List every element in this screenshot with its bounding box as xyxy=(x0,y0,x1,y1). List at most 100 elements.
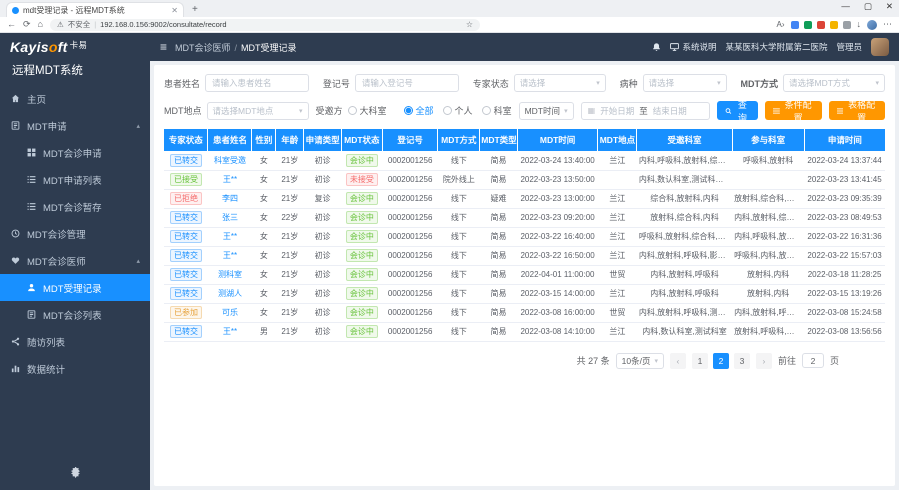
cell-invited: 内科,数认科室,测试科室,放射科 xyxy=(637,170,732,189)
patient-name-link[interactable]: 科室受邀 xyxy=(214,156,246,165)
chevron-down-icon: ▾ xyxy=(299,107,303,115)
patient-name-link[interactable]: 测湖人 xyxy=(218,289,242,298)
invitee-radio-option[interactable]: 科室 xyxy=(482,104,512,117)
cell-name: 李四 xyxy=(208,189,252,208)
patient-name-link[interactable]: 王** xyxy=(223,327,237,336)
system-help-link[interactable]: 系统说明 xyxy=(670,41,716,53)
cell-joined: 内科,放射科,呼吸科,测试科室 xyxy=(732,303,804,322)
page-button-1[interactable]: 1 xyxy=(692,353,708,369)
mdt-place-label: MDT地点 xyxy=(164,104,202,117)
records-table: 专家状态患者姓名性别年龄申请类型MDT状态登记号MDT方式MDT类型MDT时间M… xyxy=(164,129,885,342)
settings-gear-icon[interactable] xyxy=(70,465,81,483)
time-field-select[interactable]: MDT时间▾ xyxy=(519,102,574,120)
invitee-radio-option[interactable]: 大科室 xyxy=(348,104,387,117)
invitee-radio-option[interactable]: 全部 xyxy=(404,104,434,117)
patient-name-link[interactable]: 王** xyxy=(223,251,237,260)
cell-mdt_place: 兰江 xyxy=(598,322,637,341)
window-maximize-button[interactable]: ▢ xyxy=(864,1,872,12)
browser-toolbar-icons: A› ↓ ⋯ xyxy=(777,20,893,30)
sidebar-item-mdt-consult-doctor[interactable]: MDT会诊医师▴ xyxy=(0,247,150,274)
condition-config-button[interactable]: 条件配置 xyxy=(765,101,821,120)
cell-joined: 呼吸科,内科,放射科,影像科 xyxy=(732,246,804,265)
window-minimize-button[interactable]: — xyxy=(841,1,850,12)
patient-name-link[interactable]: 张三 xyxy=(222,213,238,222)
extension-icon[interactable] xyxy=(791,21,799,29)
form-icon xyxy=(10,121,20,130)
cell-gender: 女 xyxy=(252,265,276,284)
patient-name-link[interactable]: 王** xyxy=(223,175,237,184)
favorite-star-icon[interactable]: ☆ xyxy=(466,20,473,29)
cell-name: 张三 xyxy=(208,208,252,227)
page-size-select[interactable]: 10条/页▾ xyxy=(616,353,664,369)
page-button-3[interactable]: 3 xyxy=(734,353,750,369)
cell-mdt_type: 简易 xyxy=(480,322,517,341)
sidebar-item-mdt-apply[interactable]: MDT申请▴ xyxy=(0,112,150,139)
invitee-radio-group: 大科室 全部个人科室 xyxy=(348,104,512,117)
cell-mdt_type: 简易 xyxy=(480,246,517,265)
sidebar-item-mdt-consult-manage[interactable]: MDT会诊管理 xyxy=(0,220,150,247)
browser-tab[interactable]: mdt受理记录 - 远程MDT系统 ✕ xyxy=(6,2,184,17)
extension-icon[interactable] xyxy=(830,21,838,29)
browser-menu-icon[interactable]: ⋯ xyxy=(883,20,892,29)
chart-icon xyxy=(10,364,20,373)
cell-mdt_type: 疑难 xyxy=(480,189,517,208)
downloads-icon[interactable]: ↓ xyxy=(857,20,862,29)
grid-icon xyxy=(26,148,36,157)
sidebar-item-home[interactable]: 主页 xyxy=(0,85,150,112)
patient-name-link[interactable]: 测科室 xyxy=(218,270,242,279)
reg-no-label: 登记号 xyxy=(323,77,350,90)
cell-mdt_place: 兰江 xyxy=(598,246,637,265)
extension-icon[interactable] xyxy=(804,21,812,29)
cell-gender: 女 xyxy=(252,170,276,189)
prev-page-button[interactable]: ‹ xyxy=(670,353,686,369)
table-config-button[interactable]: 表格配置 xyxy=(829,101,885,120)
sidebar-item-mdt-apply-list[interactable]: MDT申请列表 xyxy=(0,166,150,193)
mdt-mode-select[interactable]: 请选择MDT方式▾ xyxy=(783,74,885,92)
invitee-radio-option[interactable]: 个人 xyxy=(443,104,473,117)
extension-icon[interactable] xyxy=(843,21,851,29)
user-avatar[interactable] xyxy=(871,38,889,56)
sidebar-item-followup-list[interactable]: 随访列表 xyxy=(0,328,150,355)
cell-mdt_mode: 线下 xyxy=(438,227,480,246)
sidebar-toggle-icon[interactable]: ≡ xyxy=(160,41,167,53)
date-range-picker[interactable]: ▦ 开始日期 至 结束日期 xyxy=(581,102,710,120)
next-page-button[interactable]: › xyxy=(756,353,772,369)
cell-mdt_time: 2022-03-15 14:00:00 xyxy=(517,284,598,303)
patient-name-input[interactable] xyxy=(205,74,309,92)
cell-mdt_status: 会诊中 xyxy=(341,322,382,341)
patient-name-link[interactable]: 王** xyxy=(223,232,237,241)
column-header: 性别 xyxy=(252,129,276,151)
patient-name-link[interactable]: 可乐 xyxy=(222,308,238,317)
window-close-button[interactable]: ✕ xyxy=(886,1,893,12)
browser-profile-avatar[interactable] xyxy=(867,20,877,30)
sidebar-item-mdt-accept-record[interactable]: MDT受理记录 xyxy=(0,274,150,301)
new-tab-button[interactable]: + xyxy=(192,2,198,17)
bell-icon[interactable] xyxy=(652,42,661,52)
table-row: 已转交科室受邀女21岁初诊会诊中0002001256线下简易2022-03-24… xyxy=(164,151,885,170)
refresh-icon[interactable]: ⟳ xyxy=(23,20,31,29)
read-aloud-icon[interactable]: A› xyxy=(777,21,785,29)
extension-icon[interactable] xyxy=(817,21,825,29)
cell-mdt_mode: 线下 xyxy=(438,151,480,170)
address-bar[interactable]: ⚠ 不安全 | 192.168.0.156:9002/consultate/re… xyxy=(50,19,480,31)
sidebar-item-mdt-consult-apply[interactable]: MDT会诊申请 xyxy=(0,139,150,166)
cell-reg_no: 0002001256 xyxy=(382,151,438,170)
sidebar-item-mdt-consult-list[interactable]: MDT会诊列表 xyxy=(0,301,150,328)
page-button-2[interactable]: 2 xyxy=(713,353,729,369)
disease-select[interactable]: 请选择▾ xyxy=(643,74,727,92)
expert-status-select[interactable]: 请选择▾ xyxy=(514,74,606,92)
sidebar-item-statistics[interactable]: 数据统计 xyxy=(0,355,150,382)
goto-page-input[interactable] xyxy=(802,353,824,368)
patient-name-link[interactable]: 李四 xyxy=(222,194,238,203)
home-icon[interactable]: ⌂ xyxy=(38,20,43,29)
search-button[interactable]: 查询 xyxy=(717,101,758,120)
back-icon[interactable]: ← xyxy=(7,20,16,29)
sidebar-item-mdt-consult-draft[interactable]: MDT会诊暂存 xyxy=(0,193,150,220)
tab-close-icon[interactable]: ✕ xyxy=(171,6,178,15)
cell-expert_status: 已转交 xyxy=(164,322,208,341)
cell-mdt_mode: 线下 xyxy=(438,208,480,227)
mdt-place-select[interactable]: 请选择MDT地点▾ xyxy=(207,102,309,120)
sidebar: Kayisoft卡易 远程MDT系统 主页MDT申请▴MDT会诊申请MDT申请列… xyxy=(0,33,150,490)
cell-gender: 女 xyxy=(252,208,276,227)
reg-no-input[interactable] xyxy=(355,74,459,92)
